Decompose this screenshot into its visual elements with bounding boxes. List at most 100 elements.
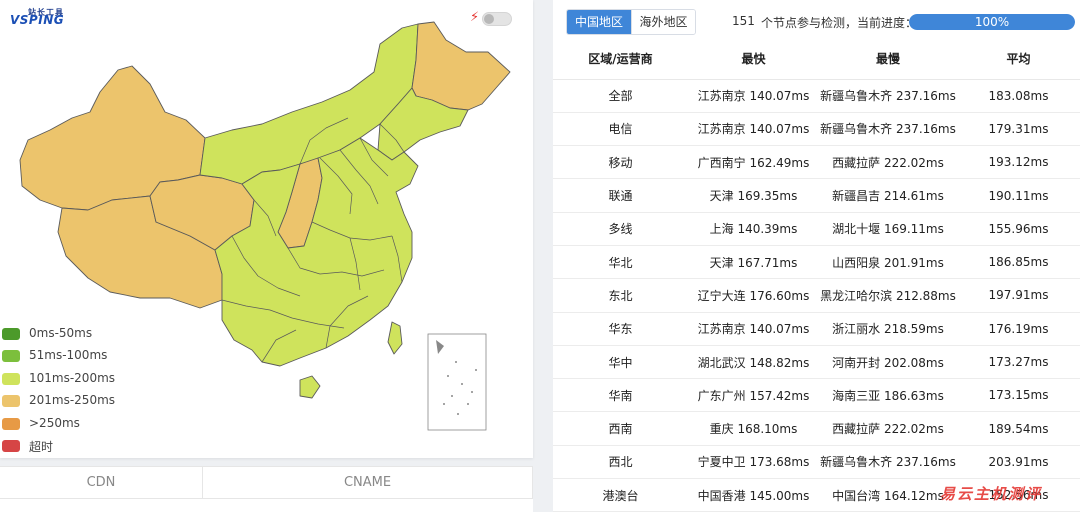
cell-region: 东北 (553, 278, 688, 313)
cell-average: 173.27ms (957, 345, 1080, 380)
legend-label: 超时 (29, 439, 54, 454)
legend-swatch (2, 417, 20, 430)
legend-swatch (2, 372, 20, 385)
cell-region: 电信 (553, 112, 688, 147)
cell-slowest: 浙江丽水 218.59ms (819, 312, 957, 346)
table-row: 西北 宁夏中卫 173.68ms 新疆乌鲁木齐 237.16ms 203.91ms (553, 445, 1080, 480)
cell-region: 华南 (553, 378, 688, 413)
cell-fastest: 广东广州 157.42ms (688, 378, 819, 413)
cell-fastest: 中国香港 145.00ms (688, 478, 819, 512)
table-row: 东北 辽宁大连 176.60ms 黑龙江哈尔滨 212.88ms 197.91ms (553, 278, 1080, 313)
cell-region: 西南 (553, 411, 688, 446)
legend-label: 51ms-100ms (29, 348, 108, 363)
cell-average: 179.31ms (957, 112, 1080, 147)
table-row: 全部 江苏南京 140.07ms 新疆乌鲁木齐 237.16ms 183.08ms (553, 79, 1080, 113)
cell-region: 华中 (553, 345, 688, 380)
cell-region: 多线 (553, 212, 688, 246)
china-latency-map (19, 21, 511, 431)
table-header-row: 区域/运营商 最快 最慢 平均 (553, 38, 1080, 80)
legend-swatch (2, 328, 20, 340)
cell-fastest: 重庆 168.10ms (688, 411, 819, 446)
progress-label: 个节点参与检测，当前进度： (761, 16, 918, 30)
cell-slowest: 中国台湾 164.12ms (819, 478, 957, 512)
watermark: 易云主机测评 (940, 485, 1043, 503)
cell-average: 189.54ms (957, 411, 1080, 446)
toggle-knob (484, 14, 494, 24)
cell-slowest: 海南三亚 186.63ms (819, 378, 957, 413)
legend-label: 201ms-250ms (29, 393, 116, 408)
cell-region: 华东 (553, 312, 688, 346)
cell-slowest: 新疆昌吉 214.61ms (819, 178, 957, 213)
cell-fastest: 江苏南京 140.07ms (688, 312, 819, 346)
cell-fastest: 江苏南京 140.07ms (688, 112, 819, 147)
cell-slowest: 西藏拉萨 222.02ms (819, 145, 957, 180)
legend-swatch (2, 439, 20, 452)
cell-slowest: 山西阳泉 201.91ms (819, 245, 957, 280)
table-row: 华中 湖北武汉 148.82ms 河南开封 202.08ms 173.27ms (553, 345, 1080, 380)
legend-swatch (2, 350, 20, 363)
legend-swatch (2, 395, 20, 408)
cell-slowest: 新疆乌鲁木齐 237.16ms (819, 112, 957, 147)
cell-fastest: 上海 140.39ms (688, 212, 819, 246)
tab-overseas[interactable]: 海外地区 (631, 10, 695, 34)
table-row: 移动 广西南宁 162.49ms 西藏拉萨 222.02ms 193.12ms (553, 145, 1080, 180)
node-count: 151 (732, 14, 755, 28)
cell-region: 西北 (553, 445, 688, 480)
cell-average: 193.12ms (957, 145, 1080, 180)
tab-china[interactable]: 中国地区 (567, 10, 631, 34)
cell-average: 155.96ms (957, 212, 1080, 246)
cell-fastest: 江苏南京 140.07ms (688, 79, 819, 113)
cell-region: 港澳台 (553, 478, 688, 512)
cell-slowest: 新疆乌鲁木齐 237.16ms (819, 445, 957, 480)
col-slowest: 最慢 (819, 38, 957, 80)
map-toggle-switch[interactable] (482, 12, 512, 26)
cell-average: 190.11ms (957, 178, 1080, 213)
legend-label: 101ms-200ms (29, 370, 116, 385)
legend-label: 0ms-50ms (29, 326, 93, 340)
cell-slowest: 黑龙江哈尔滨 212.88ms (819, 278, 957, 313)
cell-fastest: 广西南宁 162.49ms (688, 145, 819, 180)
table-row: 华北 天津 167.71ms 山西阳泉 201.91ms 186.85ms (553, 245, 1080, 280)
cell-average: 203.91ms (957, 445, 1080, 480)
col-region: 区域/运营商 (553, 38, 688, 80)
table-row: 西南 重庆 168.10ms 西藏拉萨 222.02ms 189.54ms (553, 411, 1080, 446)
cell-average: 176.19ms (957, 312, 1080, 346)
cell-region: 联通 (553, 178, 688, 213)
progress-bar: 100% (909, 14, 1075, 30)
table-row: 华南 广东广州 157.42ms 海南三亚 186.63ms 173.15ms (553, 378, 1080, 413)
dns-tabs: CDN CNAME (0, 466, 533, 512)
south-china-sea-inset (427, 333, 487, 431)
cell-fastest: 辽宁大连 176.60ms (688, 278, 819, 313)
table-row: 华东 江苏南京 140.07ms 浙江丽水 218.59ms 176.19ms (553, 312, 1080, 346)
table-body: 全部 江苏南京 140.07ms 新疆乌鲁木齐 237.16ms 183.08ms 电信… (553, 79, 1080, 512)
cell-fastest: 天津 167.71ms (688, 245, 819, 280)
results-table: 区域/运营商 最快 最慢 平均 全部 江苏南京 140.07ms 新疆乌鲁木齐 23… (553, 38, 1080, 512)
lightning-icon: ⚡ (470, 10, 480, 25)
tab-cdn[interactable]: CDN (0, 467, 203, 499)
cell-average: 183.08ms (957, 79, 1080, 113)
table-row: 电信 江苏南京 140.07ms 新疆乌鲁木齐 237.16ms 179.31ms (553, 112, 1080, 147)
cell-region: 华北 (553, 245, 688, 280)
map-region-heilongjiang (411, 21, 511, 111)
cell-slowest: 河南开封 202.08ms (819, 345, 957, 380)
progress-text: 100% (974, 15, 1010, 29)
cell-fastest: 天津 169.35ms (688, 178, 819, 213)
cell-average: 173.15ms (957, 378, 1080, 413)
col-fastest: 最快 (688, 38, 819, 80)
cell-slowest: 西藏拉萨 222.02ms (819, 411, 957, 446)
map-panel: 站长工具 VSPING ⚡ 0ms-50ms 51ms-100ms 101ms-… (0, 0, 533, 458)
table-row: 多线 上海 140.39ms 湖北十堰 169.11ms 155.96ms (553, 212, 1080, 246)
cell-slowest: 新疆乌鲁木齐 237.16ms (819, 79, 957, 113)
col-average: 平均 (957, 38, 1080, 80)
map-region-taiwan (387, 321, 403, 355)
tab-cname[interactable]: CNAME (203, 467, 533, 499)
cell-region: 移动 (553, 145, 688, 180)
cell-fastest: 湖北武汉 148.82ms (688, 345, 819, 380)
region-tabs: 中国地区 海外地区 (566, 9, 696, 35)
results-panel: 中国地区 海外地区 151 个节点参与检测，当前进度： 100% 区域/运营商 … (553, 0, 1080, 512)
map-region-hainan (299, 375, 321, 399)
cell-average: 197.91ms (957, 278, 1080, 313)
cell-average: 186.85ms (957, 245, 1080, 280)
cell-fastest: 宁夏中卫 173.68ms (688, 445, 819, 480)
cell-slowest: 湖北十堰 169.11ms (819, 212, 957, 246)
